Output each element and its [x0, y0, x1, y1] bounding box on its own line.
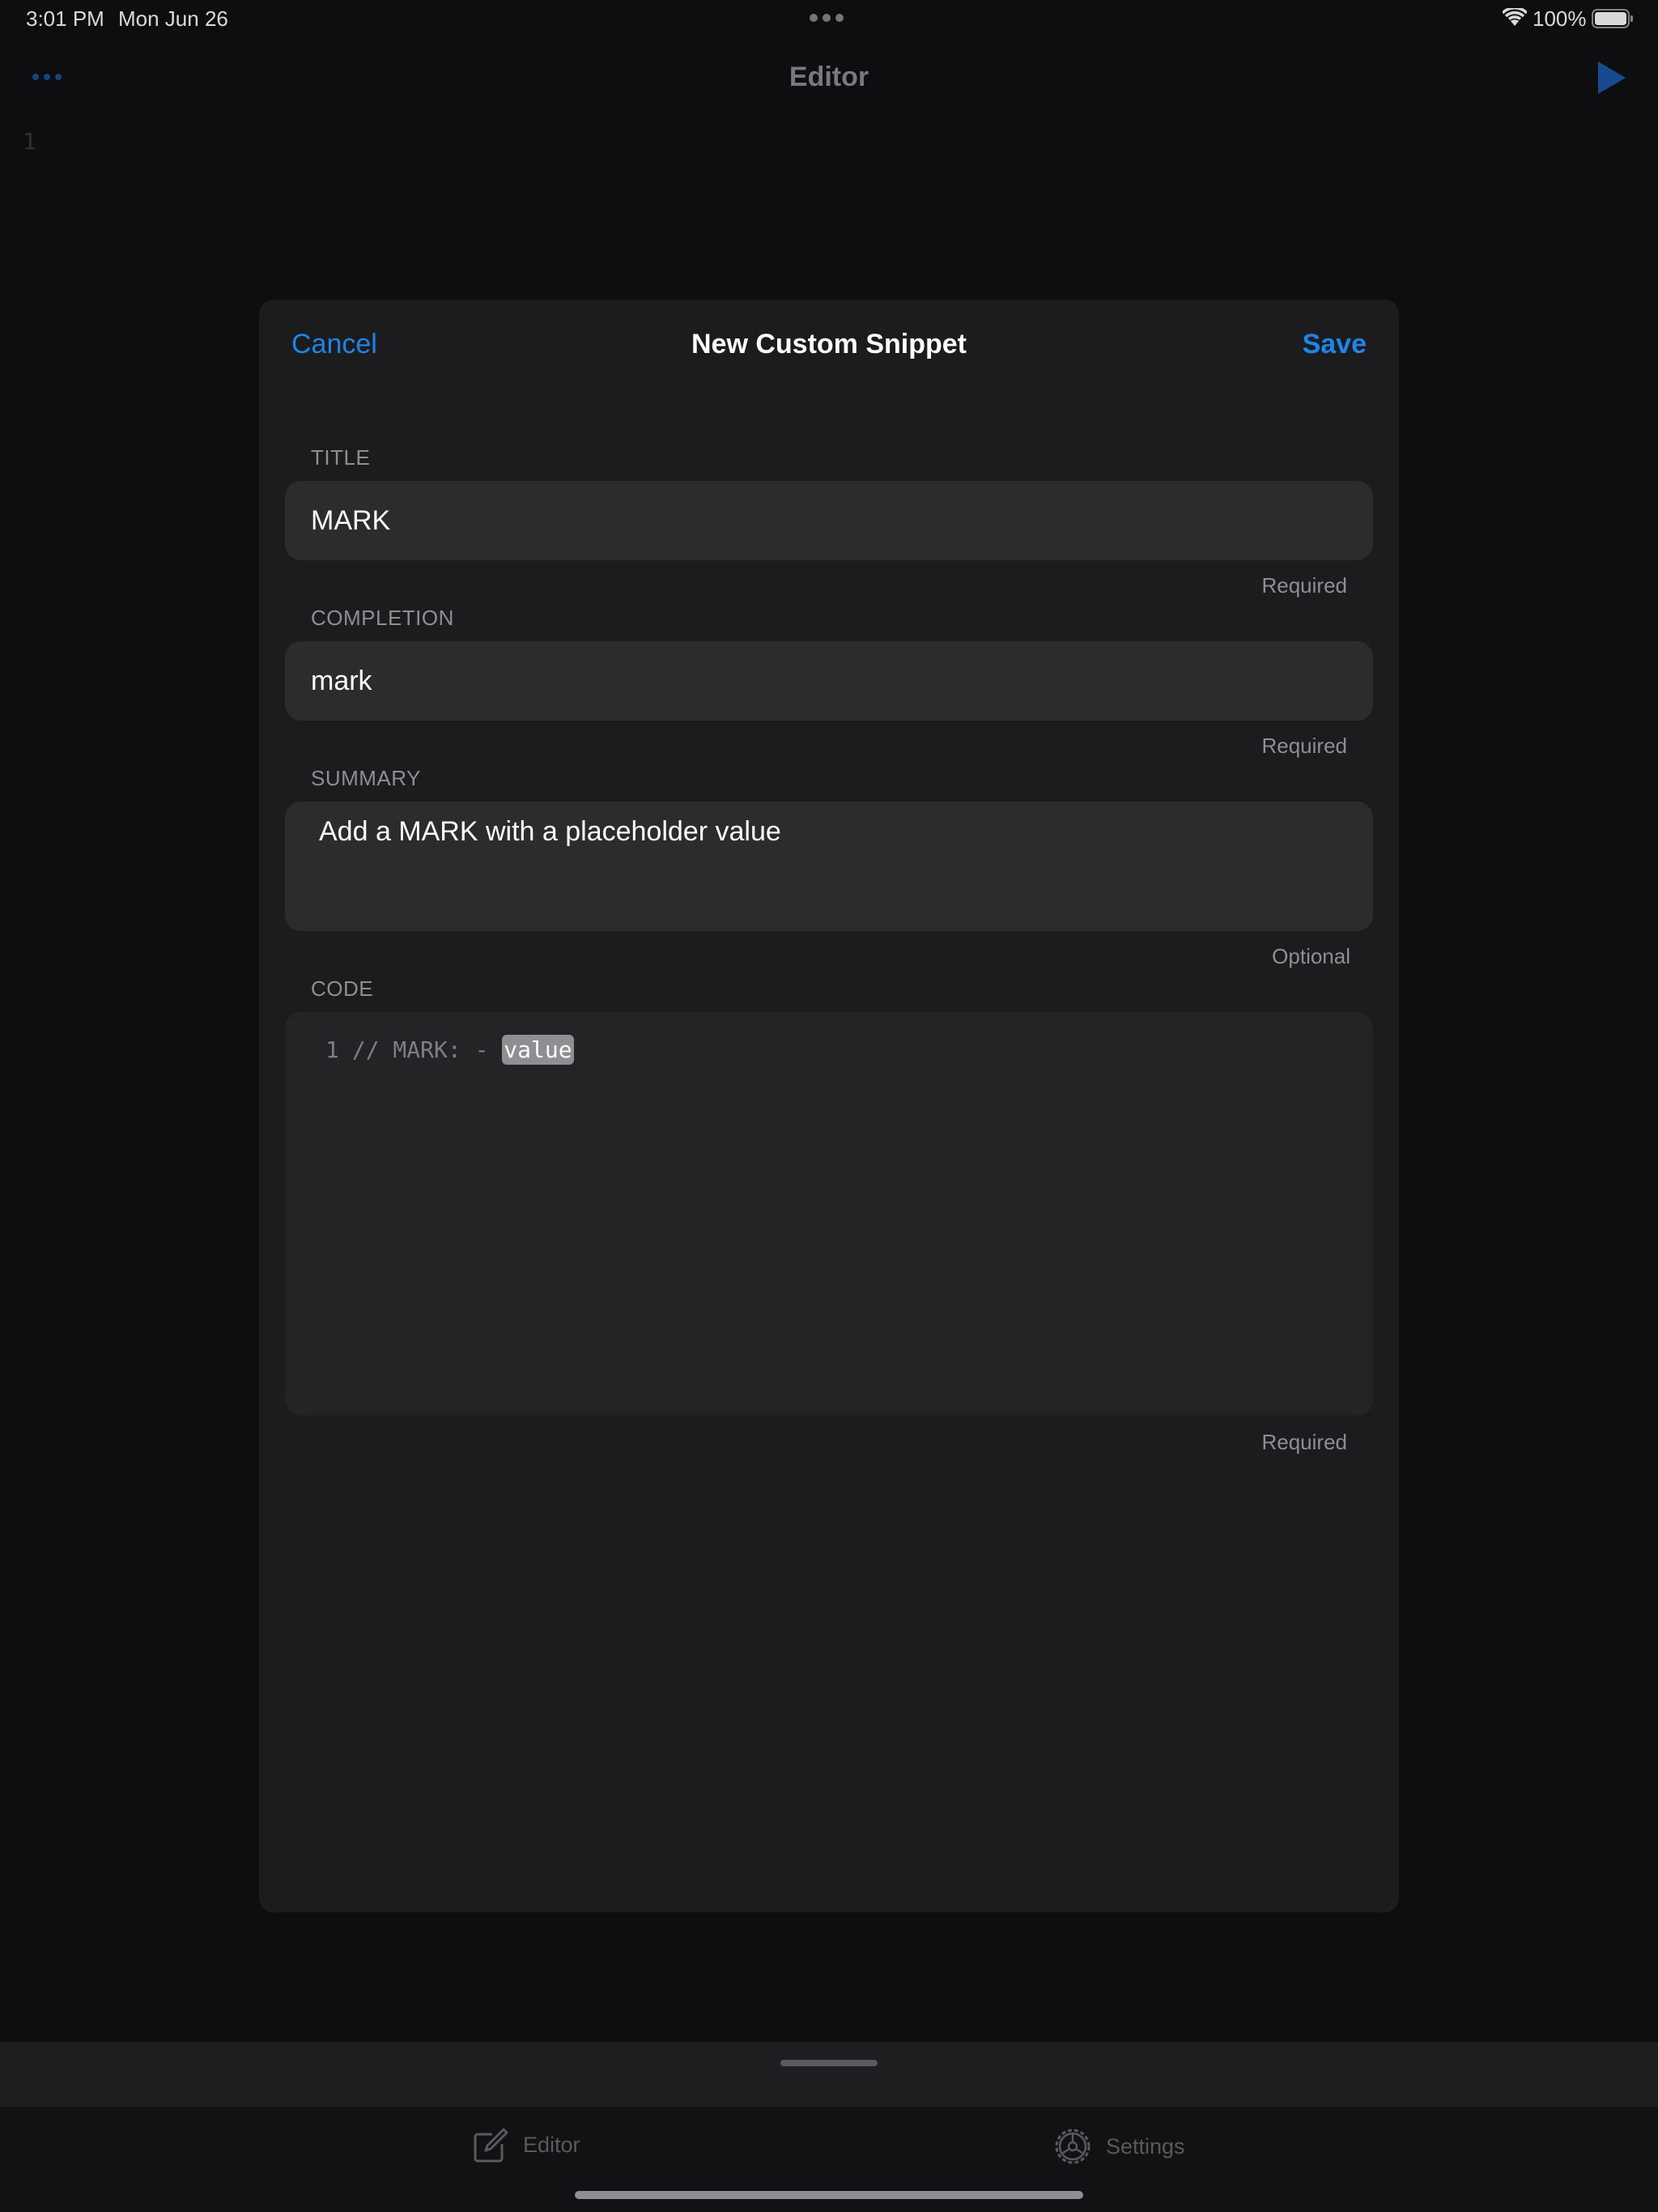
- screen: 3:01 PM Mon Jun 26 100% Editor 1 Cancel …: [0, 0, 1658, 2212]
- tab-settings-label: Settings: [1106, 2133, 1185, 2159]
- compose-icon: [474, 2128, 508, 2163]
- gear-icon: [1055, 2129, 1090, 2164]
- title-label: TITLE: [311, 445, 371, 470]
- summary-field-value: Add a MARK with a placeholder value: [319, 816, 781, 847]
- tab-editor[interactable]: Editor: [473, 2126, 580, 2163]
- summary-field[interactable]: Add a MARK with a placeholder value: [285, 802, 1373, 931]
- modal-header: Cancel New Custom Snippet Save: [259, 300, 1399, 389]
- code-placeholder-token[interactable]: value: [502, 1035, 574, 1065]
- sheet-grabber-handle[interactable]: [780, 2060, 878, 2066]
- save-button[interactable]: Save: [1303, 329, 1367, 360]
- summary-optional-hint: Optional: [1272, 944, 1350, 968]
- code-text: // MARK: -: [351, 1036, 503, 1063]
- completion-field[interactable]: mark: [285, 641, 1373, 721]
- code-label: CODE: [311, 976, 374, 1001]
- code-required-hint: Required: [1261, 1430, 1347, 1454]
- completion-label: COMPLETION: [311, 606, 454, 630]
- tab-editor-label: Editor: [523, 2132, 580, 2157]
- modal-title: New Custom Snippet: [691, 329, 967, 359]
- code-line-number: 1: [325, 1036, 339, 1063]
- title-field[interactable]: MARK: [285, 481, 1373, 560]
- home-indicator: [575, 2191, 1083, 2199]
- code-editor-field[interactable]: 1 // MARK: - value: [285, 1012, 1373, 1415]
- title-required-hint: Required: [1261, 573, 1347, 598]
- tab-settings[interactable]: Settings: [1052, 2126, 1185, 2167]
- title-field-value: MARK: [311, 505, 391, 536]
- summary-label: SUMMARY: [311, 766, 421, 790]
- new-snippet-modal: Cancel New Custom Snippet Save TITLE MAR…: [259, 300, 1399, 1912]
- completion-field-value: mark: [311, 666, 372, 696]
- sheet-handle-area: [0, 2042, 1658, 2107]
- code-line: 1 // MARK: - value: [325, 1035, 574, 1065]
- completion-required-hint: Required: [1261, 734, 1347, 758]
